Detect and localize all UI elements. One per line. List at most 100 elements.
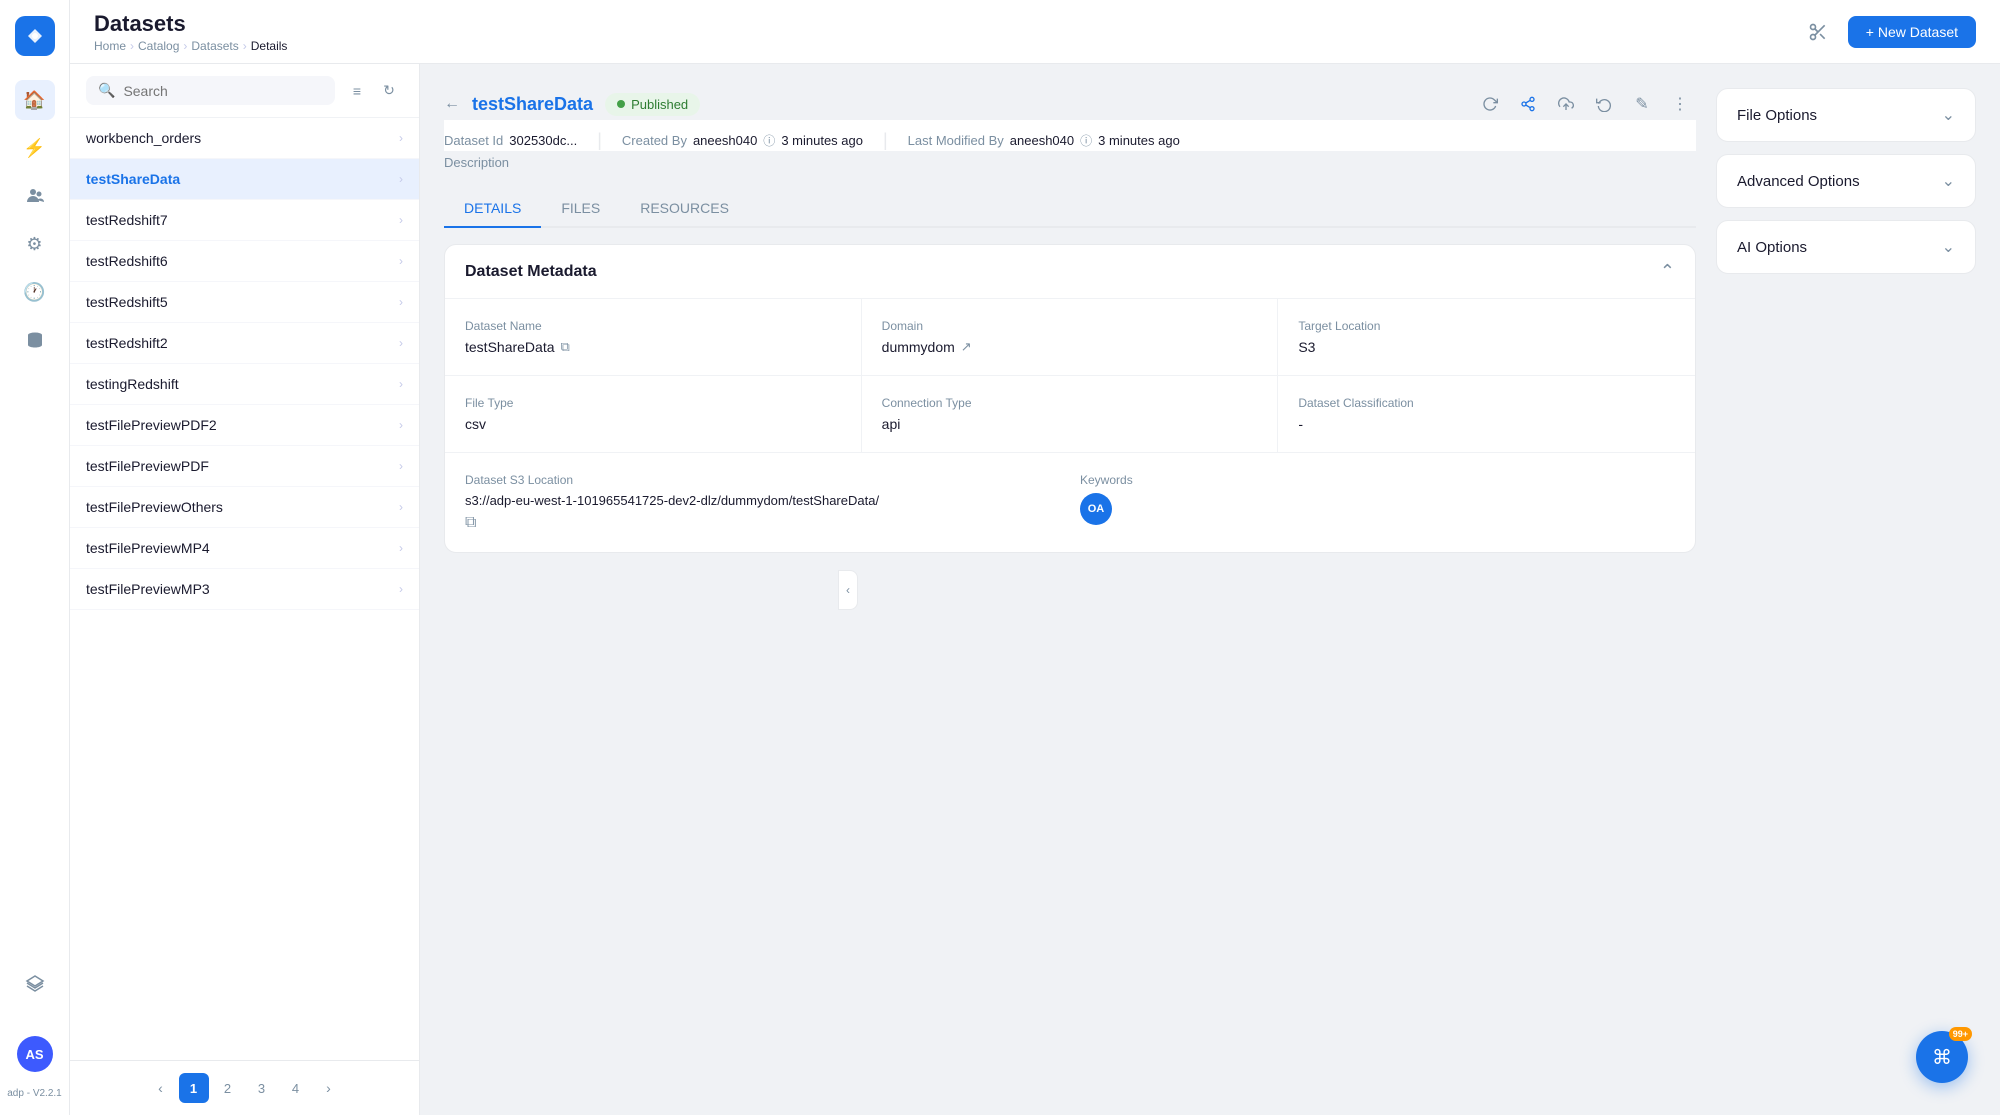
- nav-database[interactable]: [15, 320, 55, 360]
- chevron-right-icon: ›: [399, 213, 403, 227]
- scissors-button[interactable]: [1800, 14, 1836, 50]
- chevron-right-icon: ›: [399, 336, 403, 350]
- metadata-card: Dataset Metadata ⌃ Dataset Name testShar…: [444, 244, 1696, 553]
- chevron-right-icon: ›: [399, 172, 403, 186]
- external-link-icon[interactable]: ↗: [961, 339, 972, 355]
- page-prev-button[interactable]: ‹: [147, 1074, 175, 1102]
- sidebar-item-name: workbench_orders: [86, 130, 201, 146]
- page-3-button[interactable]: 3: [247, 1073, 277, 1103]
- file-options-title: File Options: [1737, 107, 1817, 124]
- nav-clock[interactable]: 🕐: [15, 272, 55, 312]
- ai-options-header[interactable]: AI Options ⌄: [1717, 221, 1975, 273]
- ai-options-title: AI Options: [1737, 239, 1807, 256]
- file-options-header[interactable]: File Options ⌄: [1717, 89, 1975, 141]
- field-label: Target Location: [1298, 319, 1675, 333]
- sidebar-item-name: testFilePreviewOthers: [86, 499, 223, 515]
- chevron-right-icon: ›: [399, 295, 403, 309]
- dataset-header: ← testShareData Published: [444, 88, 1696, 120]
- field-label: File Type: [465, 396, 841, 410]
- more-options-button[interactable]: ⋮: [1664, 88, 1696, 120]
- sidebar-item-file-preview-mp4[interactable]: testFilePreviewMP4 ›: [70, 528, 419, 569]
- page-next-button[interactable]: ›: [315, 1074, 343, 1102]
- share-history-button[interactable]: [1474, 88, 1506, 120]
- breadcrumb-home[interactable]: Home: [94, 39, 126, 53]
- metadata-grid: Dataset Name testShareData ⧉ Domain dumm…: [445, 299, 1695, 452]
- s3-location-value: s3://adp-eu-west-1-101965541725-dev2-dlz…: [465, 493, 1060, 508]
- meta-dataset-id: Dataset Id 302530dc...: [444, 133, 597, 148]
- breadcrumb-current: Details: [251, 39, 288, 53]
- sidebar-item-file-preview-mp3[interactable]: testFilePreviewMP3 ›: [70, 569, 419, 610]
- page-1-button[interactable]: 1: [179, 1073, 209, 1103]
- field-value: csv: [465, 416, 841, 432]
- modified-by-value: aneesh040: [1010, 133, 1074, 148]
- copy-dataset-name-button[interactable]: ⧉: [561, 339, 570, 355]
- tab-details[interactable]: DETAILS: [444, 190, 541, 228]
- sidebar-item-test-redshift6[interactable]: testRedshift6 ›: [70, 241, 419, 282]
- published-label: Published: [631, 97, 688, 112]
- collapse-button[interactable]: ⌃: [1660, 261, 1675, 282]
- edit-button[interactable]: ✎: [1626, 88, 1658, 120]
- page-4-button[interactable]: 4: [281, 1073, 311, 1103]
- chevron-down-icon: ⌄: [1942, 105, 1955, 125]
- dataset-title-row: ← testShareData Published: [444, 93, 700, 116]
- refresh-button[interactable]: ↻: [375, 77, 403, 105]
- sidebar-item-test-redshift7[interactable]: testRedshift7 ›: [70, 200, 419, 241]
- nav-layers[interactable]: [15, 964, 55, 1004]
- field-file-type: File Type csv: [445, 376, 862, 452]
- metadata-card-title: Dataset Metadata: [465, 263, 597, 281]
- search-wrap: 🔍: [86, 76, 335, 105]
- search-input[interactable]: [123, 83, 323, 99]
- page-2-button[interactable]: 2: [213, 1073, 243, 1103]
- filter-button[interactable]: ≡: [343, 77, 371, 105]
- sidebar-list: workbench_orders › testShareData › testR…: [70, 118, 419, 1060]
- sidebar-item-testing-redshift[interactable]: testingRedshift ›: [70, 364, 419, 405]
- new-dataset-button[interactable]: + New Dataset: [1848, 16, 1976, 48]
- keyword-avatar: OA: [1080, 493, 1112, 525]
- dataset-title-link[interactable]: testShareData: [472, 94, 593, 115]
- sidebar-item-test-redshift5[interactable]: testRedshift5 ›: [70, 282, 419, 323]
- dataset-panel: ← testShareData Published: [444, 88, 1696, 1091]
- sidebar-item-test-share-data[interactable]: testShareData ›: [70, 159, 419, 200]
- field-label: Dataset Classification: [1298, 396, 1675, 410]
- nav-home[interactable]: 🏠: [15, 80, 55, 120]
- sidebar-item-name: testFilePreviewPDF: [86, 458, 209, 474]
- sidebar-item-test-redshift2[interactable]: testRedshift2 ›: [70, 323, 419, 364]
- shortcut-icon: ⌘: [1932, 1045, 1952, 1070]
- created-time: 3 minutes ago: [781, 133, 863, 148]
- advanced-options-header[interactable]: Advanced Options ⌄: [1717, 155, 1975, 207]
- sidebar-item-file-preview-pdf[interactable]: testFilePreviewPDF ›: [70, 446, 419, 487]
- tab-resources[interactable]: RESOURCES: [620, 190, 749, 228]
- chevron-right-icon: ›: [399, 500, 403, 514]
- user-avatar[interactable]: AS: [17, 1036, 53, 1072]
- sidebar-toggle-button[interactable]: ‹: [838, 570, 858, 610]
- nav-groups[interactable]: [15, 176, 55, 216]
- back-arrow[interactable]: ←: [444, 95, 460, 113]
- tab-files[interactable]: FILES: [541, 190, 620, 228]
- nav-analytics[interactable]: ⚡: [15, 128, 55, 168]
- dataset-meta-bar: Dataset Id 302530dc... | Created By anee…: [444, 120, 1696, 151]
- chevron-right-icon: ›: [399, 377, 403, 391]
- upload-button[interactable]: [1550, 88, 1582, 120]
- description-row: Description: [444, 151, 1696, 170]
- share-button[interactable]: [1512, 88, 1544, 120]
- nav-settings[interactable]: ⚙: [15, 224, 55, 264]
- body-layout: 🔍 ≡ ↻ workbench_orders › testShareData: [70, 64, 2000, 1115]
- published-badge: Published: [605, 93, 700, 116]
- field-label: Domain: [882, 319, 1258, 333]
- sidebar-item-file-preview-pdf2[interactable]: testFilePreviewPDF2 ›: [70, 405, 419, 446]
- sidebar-item-workbench-orders[interactable]: workbench_orders ›: [70, 118, 419, 159]
- breadcrumb-catalog[interactable]: Catalog: [138, 39, 179, 53]
- meta-created-by: Created By aneesh040 ⓘ 3 minutes ago: [602, 132, 883, 149]
- sidebar-item-file-preview-others[interactable]: testFilePreviewOthers ›: [70, 487, 419, 528]
- sidebar-item-name: testRedshift7: [86, 212, 168, 228]
- chevron-right-icon: ›: [399, 254, 403, 268]
- copy-s3-button[interactable]: ⧉: [465, 514, 476, 532]
- restore-button[interactable]: [1588, 88, 1620, 120]
- chevron-right-icon: ›: [399, 582, 403, 596]
- sidebar-item-name: testingRedshift: [86, 376, 179, 392]
- fab-button[interactable]: ⌘ 99+: [1916, 1031, 1968, 1083]
- breadcrumb-datasets[interactable]: Datasets: [191, 39, 238, 53]
- ai-options-card: AI Options ⌄: [1716, 220, 1976, 274]
- field-classification: Dataset Classification -: [1278, 376, 1695, 452]
- domain-text: dummydom: [882, 339, 955, 355]
